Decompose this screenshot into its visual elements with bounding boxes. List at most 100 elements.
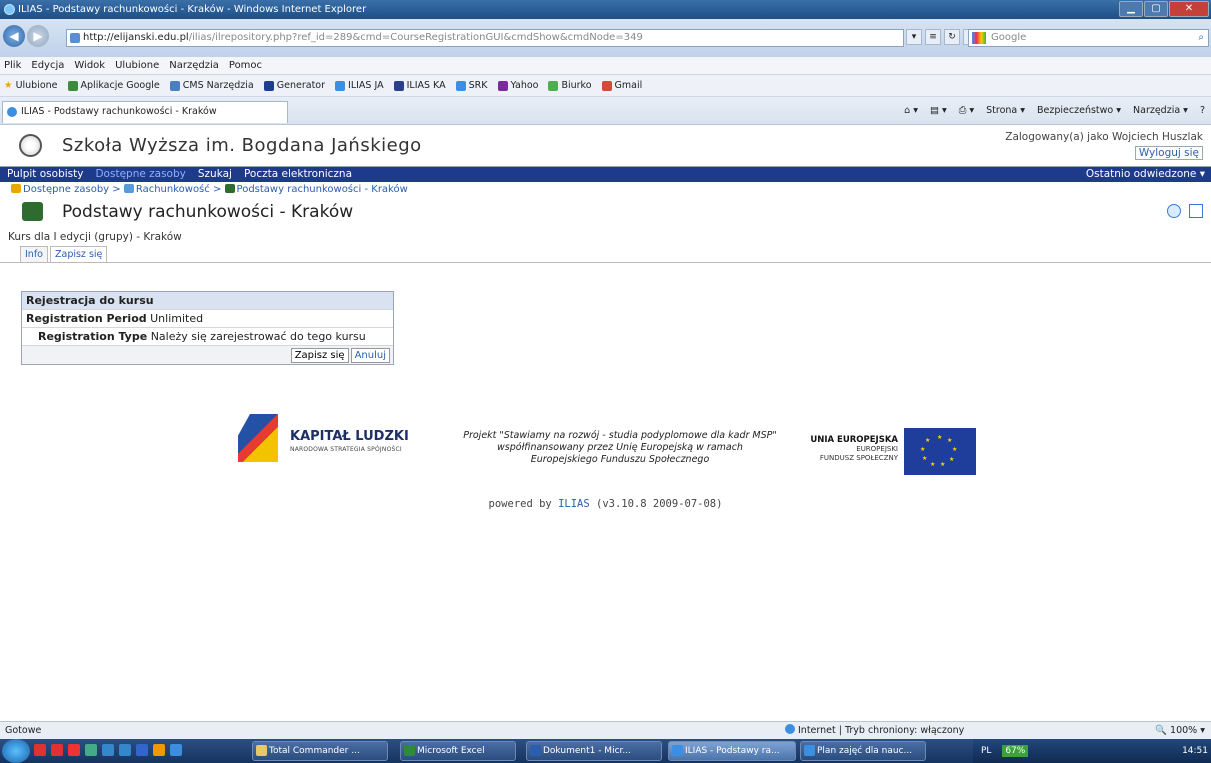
recently-visited-menu[interactable]: Ostatnio odwiedzone ▾ [1086,167,1205,182]
user-info: Zalogowany(a) jako Wojciech Huszlak Wylo… [1005,131,1203,160]
task-excel[interactable]: Microsoft Excel [400,741,516,761]
menu-favorites[interactable]: Ulubione [115,57,159,74]
compat-icon[interactable]: ≡ [925,29,941,45]
help-icon[interactable]: ? [1200,103,1205,119]
tab-register[interactable]: Zapisz się [49,246,108,262]
menu-help[interactable]: Pomoc [229,57,262,74]
status-bar: Gotowe Internet | Tryb chroniony: włączo… [0,721,1211,739]
task-word[interactable]: Dokument1 - Micr... [526,741,662,761]
url-path: /ilias/ilrepository.php?ref_id=289&cmd=C… [188,32,643,43]
course-description: Kurs dla I edycji (grupy) - Kraków [8,231,182,243]
repository-icon [11,184,21,193]
tools-menu[interactable]: Narzędzia ▾ [1133,103,1188,119]
close-button[interactable]: ✕ [1169,1,1209,17]
safety-menu[interactable]: Bezpieczeństwo ▾ [1037,103,1121,119]
task-ilias[interactable]: ILIAS - Podstawy ra... [668,741,796,761]
registration-header: Rejestracja do kursu [22,292,393,310]
quicklaunch-icon[interactable] [136,744,148,756]
minimize-button[interactable]: ▁ [1119,1,1143,17]
home-icon[interactable]: ⌂ ▾ [904,103,918,119]
page-content: Szkoła Wyższa im. Bogdana Jańskiego Zalo… [0,126,1211,721]
back-button[interactable]: ◀ [3,25,25,47]
dropdown-icon[interactable]: ▾ [906,29,922,45]
page-menu[interactable]: Strona ▾ [986,103,1025,119]
notification-icon[interactable] [1167,204,1181,218]
favorite-link[interactable]: Gmail [601,75,642,96]
ie-tab-icon [7,107,17,117]
task-total-commander[interactable]: Total Commander ... [252,741,388,761]
ilias-link[interactable]: ILIAS [558,498,590,510]
favorite-link[interactable]: Aplikacje Google [67,75,160,96]
favorite-link[interactable]: ILIAS JA [335,75,384,96]
site-header: Szkoła Wyższa im. Bogdana Jańskiego Zalo… [0,126,1211,167]
quicklaunch-icon[interactable] [170,744,182,756]
menu-tools[interactable]: Narzędzia [169,57,219,74]
register-button[interactable]: Zapisz się [290,348,349,363]
quicklaunch-icon[interactable] [102,744,114,756]
search-icon[interactable]: ⌕ [1198,30,1204,46]
security-zone[interactable]: Internet | Tryb chroniony: włączony [785,722,964,740]
menu-view[interactable]: Widok [74,57,105,74]
system-tray: PL 67% 14:51 [973,739,1211,763]
site-name: Szkoła Wyższa im. Bogdana Jańskiego [62,135,422,156]
favorite-link[interactable]: SRK [455,75,488,96]
task-plan[interactable]: Plan zajęć dla nauc... [800,741,926,761]
title-row: Podstawy rachunkowości - Kraków [0,198,1211,226]
url-field[interactable]: http://elijanski.edu.pl/ilias/ilreposito… [66,29,904,47]
print-icon[interactable]: ⎙ ▾ [959,103,974,119]
registration-buttons: Zapisz się Anuluj [22,346,393,364]
eu-text: UNIA EUROPEJSKA EUROPEJSKI FUNDUSZ SPOŁE… [810,435,898,463]
menu-bar: Plik Edycja Widok Ulubione Narzędzia Pom… [0,57,1211,75]
breadcrumb-item[interactable]: Rachunkowość [136,184,210,195]
breadcrumb-item[interactable]: Dostępne zasoby [23,184,109,195]
ie-icon [4,4,15,15]
layout-icon[interactable] [1189,204,1203,218]
menu-personal-desktop[interactable]: Pulpit osobisty [7,167,83,182]
tab-info[interactable]: Info [20,246,48,262]
favorites-button[interactable]: ★ Ulubione [4,75,58,96]
language-indicator[interactable]: PL [981,746,991,756]
clock[interactable]: 14:51 [1182,739,1208,763]
start-button[interactable] [2,739,30,763]
forward-button[interactable]: ▶ [27,25,49,47]
zoom-level[interactable]: 🔍 100% ▾ [1155,722,1205,740]
window-title: ILIAS - Podstawy rachunkowości - Kraków … [18,4,367,15]
registration-period-row: Registration Period Unlimited [22,310,393,328]
kapital-ludzki-subtitle: NARODOWA STRATEGIA SPÓJNOŚCI [290,446,402,453]
menu-mail[interactable]: Poczta elektroniczna [244,167,352,182]
maximize-button[interactable]: ▢ [1144,1,1168,17]
menu-file[interactable]: Plik [4,57,21,74]
search-input[interactable]: Google ⌕ [968,29,1209,47]
kapital-ludzki-title: KAPITAŁ LUDZKI [290,429,409,444]
favorite-link[interactable]: Yahoo [497,75,538,96]
browser-tab[interactable]: ILIAS - Podstawy rachunkowości - Kraków [2,101,288,123]
window-titlebar: ILIAS - Podstawy rachunkowości - Kraków … [0,0,1211,19]
battery-indicator[interactable]: 67% [1002,745,1029,757]
logged-in-text: Zalogowany(a) jako Wojciech Huszlak [1005,131,1203,143]
globe-icon [785,724,795,734]
quicklaunch-icon[interactable] [51,744,63,756]
menu-repository[interactable]: Dostępne zasoby [95,167,185,182]
quicklaunch-icon[interactable] [68,744,80,756]
refresh-icon[interactable]: ↻ [944,29,960,45]
registration-table: Rejestracja do kursu Registration Period… [21,291,394,365]
logout-link[interactable]: Wyloguj się [1134,146,1203,160]
university-logo [19,134,42,157]
favorite-link[interactable]: CMS Narzędzia [169,75,254,96]
quick-launch [34,744,182,756]
quicklaunch-icon[interactable] [34,744,46,756]
cancel-button[interactable]: Anuluj [350,348,390,363]
quicklaunch-icon[interactable] [153,744,165,756]
quicklaunch-icon[interactable] [119,744,131,756]
kapital-ludzki-logo [238,414,278,462]
favorite-link[interactable]: Biurko [548,75,592,96]
quicklaunch-icon[interactable] [85,744,97,756]
feeds-icon[interactable]: ▤ ▾ [930,103,947,119]
breadcrumb-item[interactable]: Podstawy rachunkowości - Kraków [237,184,408,195]
favorite-link[interactable]: ILIAS KA [393,75,446,96]
main-menu: Pulpit osobisty Dostępne zasoby Szukaj P… [0,167,1211,182]
favorite-link[interactable]: Generator [263,75,325,96]
menu-search[interactable]: Szukaj [198,167,232,182]
breadcrumb: Dostępne zasoby > Rachunkowość > Podstaw… [0,182,1211,198]
menu-edit[interactable]: Edycja [31,57,64,74]
